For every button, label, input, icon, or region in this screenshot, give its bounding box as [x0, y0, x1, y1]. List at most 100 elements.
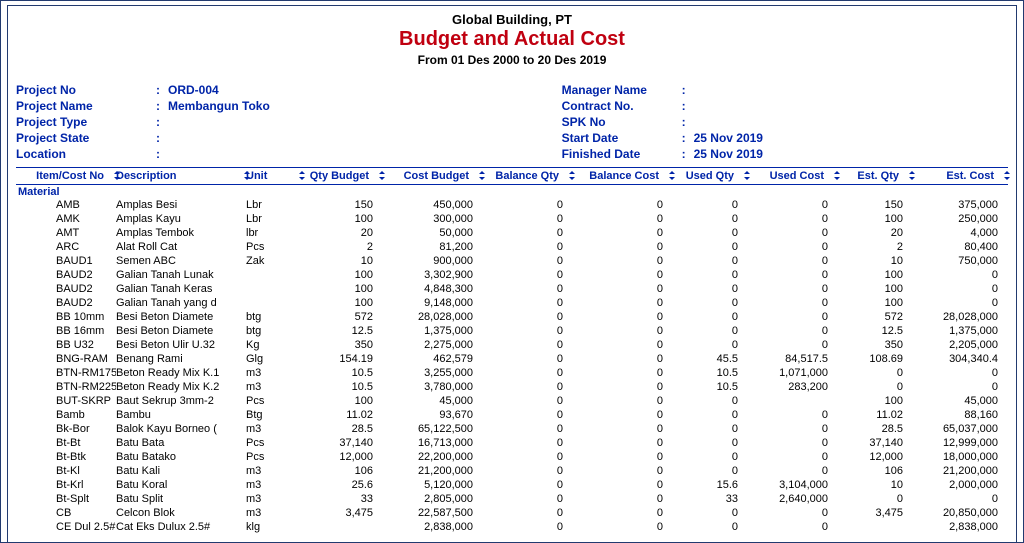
- cell: BAUD2: [16, 268, 116, 282]
- cell: Batu Kali: [116, 464, 246, 478]
- cell: 0: [481, 394, 571, 408]
- cell: BNG-RAM: [16, 352, 116, 366]
- cell: 22,200,000: [381, 450, 481, 464]
- cell: btg: [246, 310, 301, 324]
- cell: 0: [571, 296, 671, 310]
- cell: 0: [746, 506, 836, 520]
- col-item-no[interactable]: Item/Cost No: [16, 170, 116, 182]
- table-row: AMKAmplas KayuLbr100300,0000000100250,00…: [16, 212, 1008, 226]
- company-name: Global Building, PT: [16, 12, 1008, 27]
- col-balance-cost[interactable]: Balance Cost: [571, 170, 671, 182]
- cell: 0: [481, 338, 571, 352]
- cell: 100: [836, 394, 911, 408]
- meta-value: [694, 99, 1008, 113]
- cell: 0: [571, 198, 671, 212]
- cell: 10.5: [301, 366, 381, 380]
- cell: 0: [746, 268, 836, 282]
- cell: 18,000,000: [911, 450, 1006, 464]
- cell: Bt-Bt: [16, 436, 116, 450]
- cell: 25.6: [301, 478, 381, 492]
- cell: 0: [671, 506, 746, 520]
- cell: 0: [911, 282, 1006, 296]
- cell: 106: [301, 464, 381, 478]
- cell: 0: [671, 296, 746, 310]
- col-used-qty[interactable]: Used Qty: [671, 170, 746, 182]
- cell: 21,200,000: [381, 464, 481, 478]
- cell: 12,999,000: [911, 436, 1006, 450]
- cell: 2,838,000: [381, 520, 481, 534]
- col-description[interactable]: Description: [116, 170, 246, 182]
- meta-label: Project Type: [16, 115, 156, 129]
- cell: 108.69: [836, 352, 911, 366]
- cell: Galian Tanah Keras: [116, 282, 246, 296]
- cell: BUT-SKRP: [16, 394, 116, 408]
- cell: 0: [571, 282, 671, 296]
- cell: 80,400: [911, 240, 1006, 254]
- cell: 2,838,000: [911, 520, 1006, 534]
- cell: 750,000: [911, 254, 1006, 268]
- cell: 154.19: [301, 352, 381, 366]
- cell: 0: [671, 212, 746, 226]
- cell: 100: [836, 212, 911, 226]
- cell: 0: [481, 268, 571, 282]
- cell: 0: [571, 338, 671, 352]
- cell: 100: [301, 268, 381, 282]
- cell: BAUD2: [16, 282, 116, 296]
- meta-colon: :: [682, 99, 694, 113]
- cell: Pcs: [246, 240, 301, 254]
- cell: 0: [671, 324, 746, 338]
- col-est-cost[interactable]: Est. Cost: [911, 170, 1006, 182]
- meta-colon: :: [682, 131, 694, 145]
- cost-table: Item/Cost No Description Unit Qty Budget…: [16, 167, 1008, 534]
- cell: 0: [571, 422, 671, 436]
- cell: 0: [481, 436, 571, 450]
- table-row: BambBambuBtg11.0293,670000011.0288,160: [16, 408, 1008, 422]
- col-cost-budget[interactable]: Cost Budget: [381, 170, 481, 182]
- col-qty-budget[interactable]: Qty Budget: [301, 170, 381, 182]
- table-row: BAUD2Galian Tanah yang d1009,148,0000000…: [16, 296, 1008, 310]
- cell: 0: [911, 268, 1006, 282]
- cell: 37,140: [836, 436, 911, 450]
- cell: 0: [746, 240, 836, 254]
- cell: BTN-RM225: [16, 380, 116, 394]
- table-row: Bk-BorBalok Kayu Borneo (m328.565,122,50…: [16, 422, 1008, 436]
- section-material: Material: [16, 185, 1008, 198]
- col-used-cost[interactable]: Used Cost: [746, 170, 836, 182]
- cell: 9,148,000: [381, 296, 481, 310]
- meta-colon: :: [156, 115, 168, 129]
- meta-value: 25 Nov 2019: [694, 147, 1008, 161]
- col-unit[interactable]: Unit: [246, 170, 301, 182]
- cell: 0: [746, 282, 836, 296]
- col-balance-qty[interactable]: Balance Qty: [481, 170, 571, 182]
- cell: BTN-RM175: [16, 366, 116, 380]
- table-row: AMBAmplas BesiLbr150450,0000000150375,00…: [16, 198, 1008, 212]
- cell: 2: [836, 240, 911, 254]
- cell: Besi Beton Ulir U.32: [116, 338, 246, 352]
- cell: 100: [301, 282, 381, 296]
- cell: 3,780,000: [381, 380, 481, 394]
- meta-value: 25 Nov 2019: [694, 131, 1008, 145]
- cell: 20: [836, 226, 911, 240]
- project-info: Project No:ORD-004Project Name:Membangun…: [16, 83, 1008, 161]
- cell: 3,302,900: [381, 268, 481, 282]
- cell: 0: [671, 520, 746, 534]
- cell: 0: [481, 506, 571, 520]
- cell: 2,640,000: [746, 492, 836, 506]
- cell: Amplas Besi: [116, 198, 246, 212]
- cell: 450,000: [381, 198, 481, 212]
- cell: Cat Eks Dulux 2.5#: [116, 520, 246, 534]
- col-est-qty[interactable]: Est. Qty: [836, 170, 911, 182]
- cell: 572: [836, 310, 911, 324]
- cell: 2: [301, 240, 381, 254]
- meta-colon: :: [682, 147, 694, 161]
- cell: 11.02: [836, 408, 911, 422]
- table-row: CE Dul 2.5#Cat Eks Dulux 2.5#klg2,838,00…: [16, 520, 1008, 534]
- cell: 0: [481, 310, 571, 324]
- cell: 0: [671, 226, 746, 240]
- cell: 10.5: [301, 380, 381, 394]
- cell: 0: [481, 380, 571, 394]
- cell: 0: [746, 226, 836, 240]
- cell: m3: [246, 478, 301, 492]
- table-row: BB 16mmBesi Beton Diametebtg12.51,375,00…: [16, 324, 1008, 338]
- cell: 45,000: [911, 394, 1006, 408]
